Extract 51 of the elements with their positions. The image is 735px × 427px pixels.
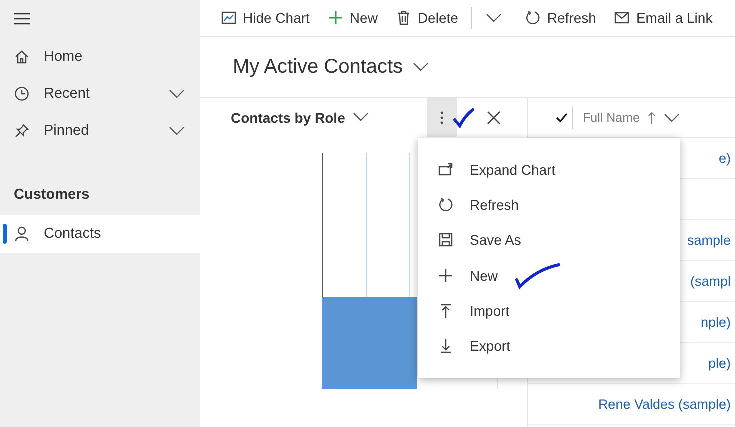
chart-icon — [221, 10, 237, 26]
chevron-down-icon — [353, 112, 370, 122]
toolbar-button[interactable]: Refresh — [516, 3, 606, 33]
chart-title[interactable]: Contacts by Role — [231, 110, 346, 126]
more-icon — [440, 110, 444, 124]
column-header[interactable]: Full Name — [579, 110, 684, 124]
menu-item[interactable]: Export — [418, 328, 680, 364]
pin-icon — [14, 122, 30, 138]
chevron-down-icon — [486, 13, 502, 23]
toolbar-button[interactable]: Hide Chart — [212, 3, 319, 33]
toolbar-button[interactable]: Delete — [386, 3, 468, 33]
refresh-icon — [438, 196, 454, 213]
refresh-icon — [525, 10, 542, 26]
expand-icon — [438, 162, 454, 178]
save-icon — [438, 232, 454, 248]
clock-icon — [14, 86, 30, 102]
menu-item[interactable]: Import — [418, 293, 680, 328]
view-title[interactable]: My Active Contacts — [233, 56, 404, 78]
toolbar-button[interactable]: New — [318, 3, 387, 33]
contact-link[interactable]: e) — [718, 150, 731, 166]
contact-link[interactable]: nple) — [700, 314, 731, 330]
more-button[interactable] — [427, 98, 457, 137]
person-icon — [14, 226, 30, 242]
checkmark-icon[interactable] — [556, 112, 568, 122]
nav-item[interactable]: Pinned — [44, 122, 154, 138]
contact-link[interactable]: Rene Valdes (sample) — [598, 396, 731, 412]
menu-item[interactable]: Save As — [418, 222, 680, 258]
trash-icon — [396, 10, 412, 26]
nav-item[interactable]: Contacts — [0, 215, 200, 253]
upload-icon — [438, 302, 454, 319]
menu-item[interactable]: New — [418, 258, 680, 294]
plus-icon — [438, 268, 454, 284]
contact-link[interactable]: sample — [687, 232, 731, 248]
contact-link[interactable]: (sampl — [690, 274, 731, 288]
nav-item[interactable]: Home — [44, 48, 186, 64]
toolbar-button[interactable]: Email a Link — [605, 3, 722, 33]
menu-item[interactable]: Refresh — [418, 187, 680, 223]
email-icon — [614, 10, 630, 26]
handwritten-check-icon — [453, 108, 475, 128]
menu-item[interactable]: Expand Chart — [418, 152, 680, 188]
contact-link[interactable]: ple) — [708, 356, 731, 370]
handwritten-check-icon — [514, 262, 562, 290]
nav-item[interactable]: Recent — [44, 86, 154, 102]
section-heading: Customers — [13, 186, 91, 205]
plus-icon — [328, 10, 344, 26]
menu-icon[interactable] — [14, 13, 30, 25]
chevron-down-icon — [413, 62, 430, 72]
home-icon — [14, 48, 30, 64]
chevron-down-icon — [664, 112, 680, 122]
download-icon — [438, 338, 454, 354]
close-button[interactable] — [487, 110, 501, 124]
